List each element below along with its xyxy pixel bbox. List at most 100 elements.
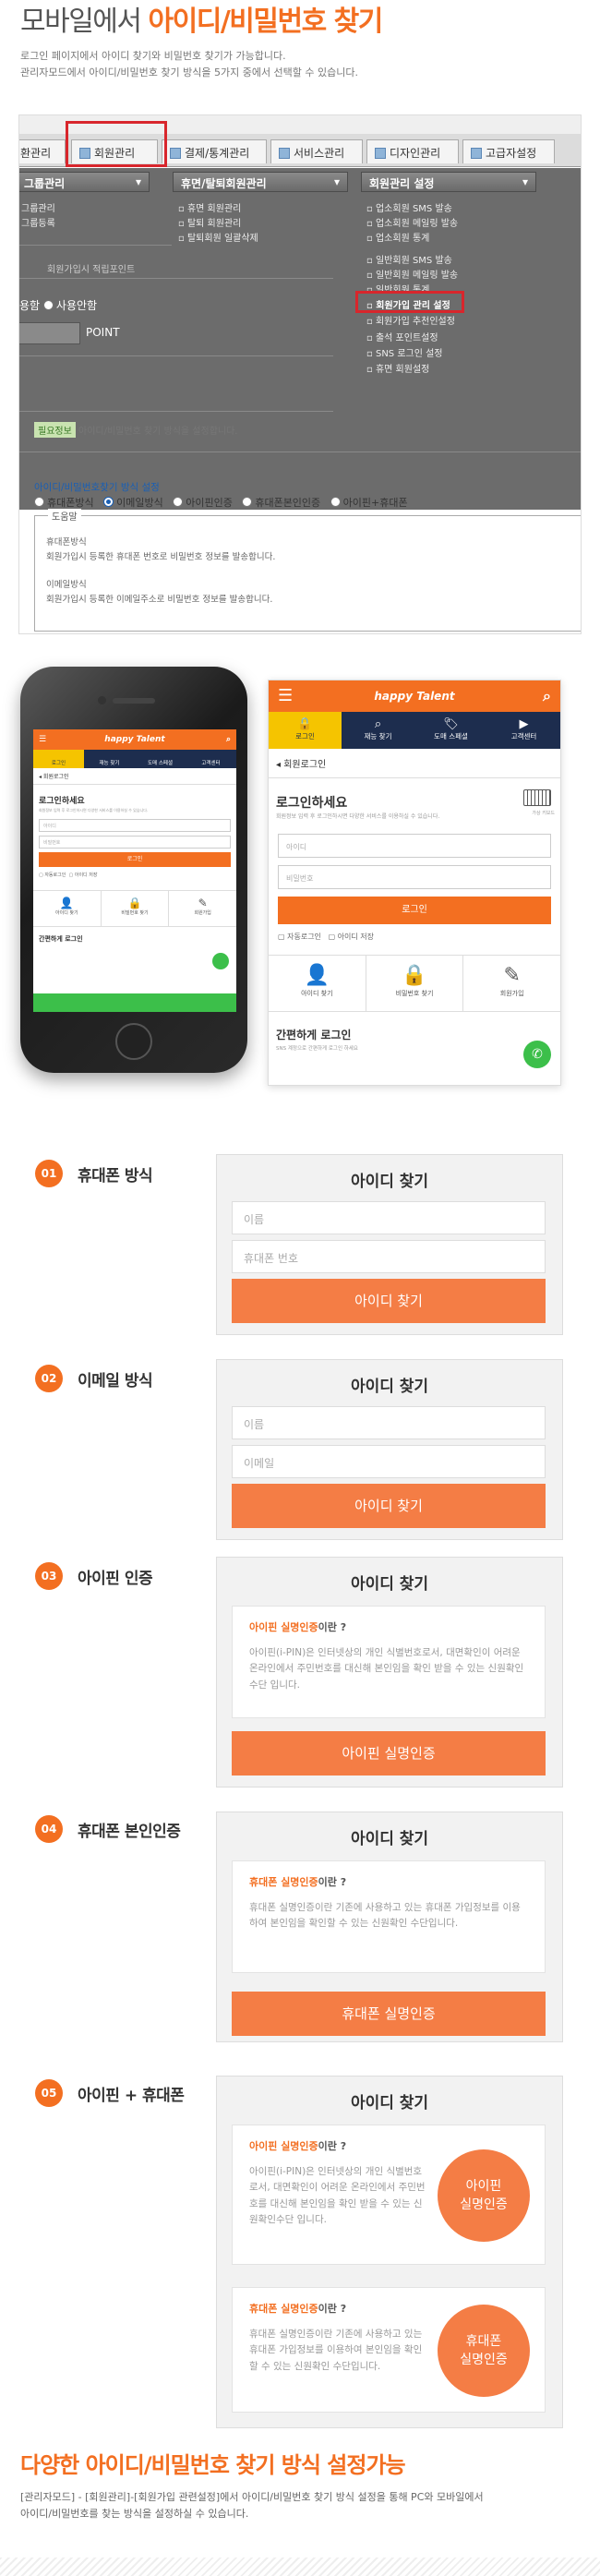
home-button (115, 1023, 152, 1060)
menu-item[interactable]: ▫ 출석 포인트설정 (366, 330, 438, 343)
mini-nav: 로그인 재능 찾기 도매 스페셜 고객센터 (33, 750, 236, 768)
find-id-button[interactable]: 아이디 찾기 (232, 1279, 546, 1323)
step-number: 04 (35, 1815, 63, 1843)
name-input[interactable]: 이름 (232, 1406, 546, 1439)
mini-find-pw[interactable]: 🔒 비밀번호 찾기 (102, 891, 170, 926)
join-button[interactable]: ✎ 회원가입 (463, 956, 560, 1011)
step-number: 02 (35, 1365, 63, 1392)
menu-icon[interactable]: ☰ (278, 680, 293, 712)
point-use-radio-group[interactable]: 용함 사용안함 (19, 297, 97, 313)
email-input[interactable]: 이메일 (232, 1445, 546, 1478)
find-id-button[interactable]: 아이디 찾기 (232, 1484, 546, 1528)
find-pw-button[interactable]: 🔒 비밀번호 찾기 (366, 956, 464, 1011)
menu-item[interactable]: ▫ 탈퇴 회원관리 (178, 215, 241, 229)
footer-desc-2: 아이디/비밀번호를 찾는 방식을 설정하실 수 있습니다. (20, 2508, 249, 2520)
mini-chat-icon[interactable] (212, 953, 229, 969)
mini-nav-special[interactable]: 도매 스페셜 (135, 750, 186, 768)
tab-service[interactable]: 서비스관리 (270, 139, 363, 163)
menu-icon[interactable]: ☰ (39, 729, 46, 750)
mini-id-input[interactable]: 아이디 (39, 819, 231, 832)
chevron-down-icon: ▾ (135, 175, 141, 188)
nav-talent[interactable]: ⌕ 재능 찾기 (342, 712, 414, 749)
step-number: 05 (35, 2079, 63, 2107)
tab-icon (471, 148, 482, 159)
mini-naver-bar[interactable] (33, 993, 236, 1012)
menu-item[interactable]: ▫ 회원가입 추천인설정 (366, 313, 455, 327)
notice-text: 아이디/비밀번호 찾기 방식을 설정합니다. (78, 427, 238, 437)
nav-support[interactable]: ▶ 고객센터 (487, 712, 560, 749)
card-title: 아이디 찾기 (350, 1173, 429, 1191)
radio-icon[interactable] (173, 497, 184, 507)
nav-login[interactable]: 🔒 로그인 (269, 712, 342, 749)
highlight-box-menu (355, 291, 464, 313)
menu-item[interactable]: ▫ 일반회원 SMS 발송 (366, 252, 452, 266)
ipin-verify-circle[interactable]: 아이핀 실명인증 (438, 2149, 530, 2242)
menu-item[interactable]: ▫ 휴면 회원관리 (178, 200, 241, 214)
column-header-dormant: 휴면/탈퇴회원관리 ▾ (173, 172, 348, 192)
user-search-icon: 👤 (59, 897, 74, 909)
nav-special[interactable]: 🏷 도매 스페셜 (414, 712, 487, 749)
point-input[interactable] (19, 322, 80, 344)
search-icon[interactable]: ⌕ (543, 680, 551, 712)
keyboard-icon[interactable] (523, 789, 551, 806)
setting-panel: 아이디/비밀번호찾기 방식 설정 휴대폰방식 이메일방식 아이핀인증 휴대폰본인… (19, 482, 581, 633)
tab-payment[interactable]: 결제/통계관리 (162, 139, 267, 163)
menu-item[interactable]: ▫ 업소회원 통계 (366, 230, 429, 244)
radio-icon-selected[interactable] (103, 497, 114, 507)
phone-verify-button[interactable]: 휴대폰 실명인증 (232, 1992, 546, 2036)
menu-item[interactable]: ▫ 일반회원 메일링 발송 (366, 267, 458, 281)
tab-advanced[interactable]: 고급자설정 (462, 139, 555, 163)
radio-icon[interactable] (330, 497, 341, 507)
user-search-icon: 👤 (304, 964, 330, 987)
chevron-down-icon: ▾ (333, 175, 340, 188)
help-phone-title: 휴대폰방식 (46, 537, 87, 548)
mini-pw-input[interactable]: 비밀번호 (39, 836, 231, 849)
find-id-button[interactable]: 👤 아이디 찾기 (269, 956, 366, 1011)
pencil-icon: ✎ (198, 897, 208, 909)
mini-find-id[interactable]: 👤 아이디 찾기 (33, 891, 102, 926)
chat-icon[interactable]: ✆ (523, 1041, 551, 1068)
help-email-title: 이메일방식 (46, 580, 87, 590)
menu-item[interactable]: ▫ SNS 로그인 설정 (366, 345, 443, 359)
mini-join[interactable]: ✎ 회원가입 (169, 891, 236, 926)
phone-input[interactable]: 휴대폰 번호 (232, 1240, 546, 1273)
mini-brand: happy Talent (104, 735, 165, 744)
find-id-card-phone: 아이디 찾기 이름 휴대폰 번호 아이디 찾기 (216, 1154, 563, 1335)
menu-item[interactable]: 그룹등록 (21, 215, 55, 229)
menu-item[interactable]: ▫ 업소회원 메일링 발송 (366, 215, 458, 229)
mini-nav-support[interactable]: 고객센터 (186, 750, 236, 768)
name-input[interactable]: 이름 (232, 1201, 546, 1234)
lock-icon: 🔒 (402, 964, 427, 987)
tab-design[interactable]: 디자인관리 (366, 139, 459, 163)
mini-login-options[interactable]: ▢ 자동로그인 ▢ 아이디 저장 (33, 867, 236, 883)
mini-nav-login[interactable]: 로그인 (33, 750, 84, 768)
card-title: 아이디 찾기 (350, 1830, 429, 1848)
mini-login-button[interactable]: 로그인 (39, 852, 231, 867)
info-title: 휴대폰 실명인증이란 ? (249, 1876, 347, 1888)
info-title: 아이핀 실명인증이란 ? (249, 1621, 347, 1633)
login-sub: 회원정보 입력 후 로그인하시면 다양한 서비스를 이용하실 수 있습니다. (276, 813, 440, 820)
menu-item[interactable]: ▫ 탈퇴회원 일괄삭제 (178, 230, 258, 244)
save-id-checkbox[interactable]: ▢ 아이디 저장 (329, 933, 374, 941)
ipin-verify-button[interactable]: 아이핀 실명인증 (232, 1731, 546, 1776)
breadcrumb[interactable]: ◂ 회원로그인 (269, 749, 560, 778)
menu-item[interactable]: ▫ 휴면 회원설정 (366, 361, 429, 375)
tab-partial[interactable]: 환관리 (19, 139, 66, 163)
pw-input[interactable]: 비밀번호 (278, 865, 551, 889)
mini-nav-talent[interactable]: 재능 찾기 (84, 750, 135, 768)
footer-title: 다양한 아이디/비밀번호 찾기 방식 설정가능 (20, 2452, 406, 2478)
login-options: ▢ 자동로그인 ▢ 아이디 저장 (269, 924, 560, 949)
id-input[interactable]: 아이디 (278, 834, 551, 858)
auto-login-checkbox[interactable]: ▢ 자동로그인 (278, 933, 321, 941)
notice-badge: 필요정보 (34, 422, 76, 438)
menu-item[interactable]: ▫ 업소회원 SMS 발송 (366, 200, 452, 214)
login-button[interactable]: 로그인 (278, 897, 551, 924)
phone-verify-circle[interactable]: 휴대폰 실명인증 (438, 2305, 530, 2397)
radio-icon[interactable] (242, 497, 253, 507)
find-method-radio-group[interactable]: 휴대폰방식 이메일방식 아이핀인증 휴대폰본인인증 아이핀+휴대폰 (34, 495, 408, 510)
search-icon[interactable]: ⌕ (226, 729, 231, 750)
menu-item[interactable]: 그룹관리 (21, 200, 55, 214)
camera-icon (98, 696, 106, 704)
easy-login-sub: SNS 계정으로 간편하게 로그인 하세요 (276, 1046, 358, 1052)
radio-icon[interactable] (34, 497, 44, 507)
